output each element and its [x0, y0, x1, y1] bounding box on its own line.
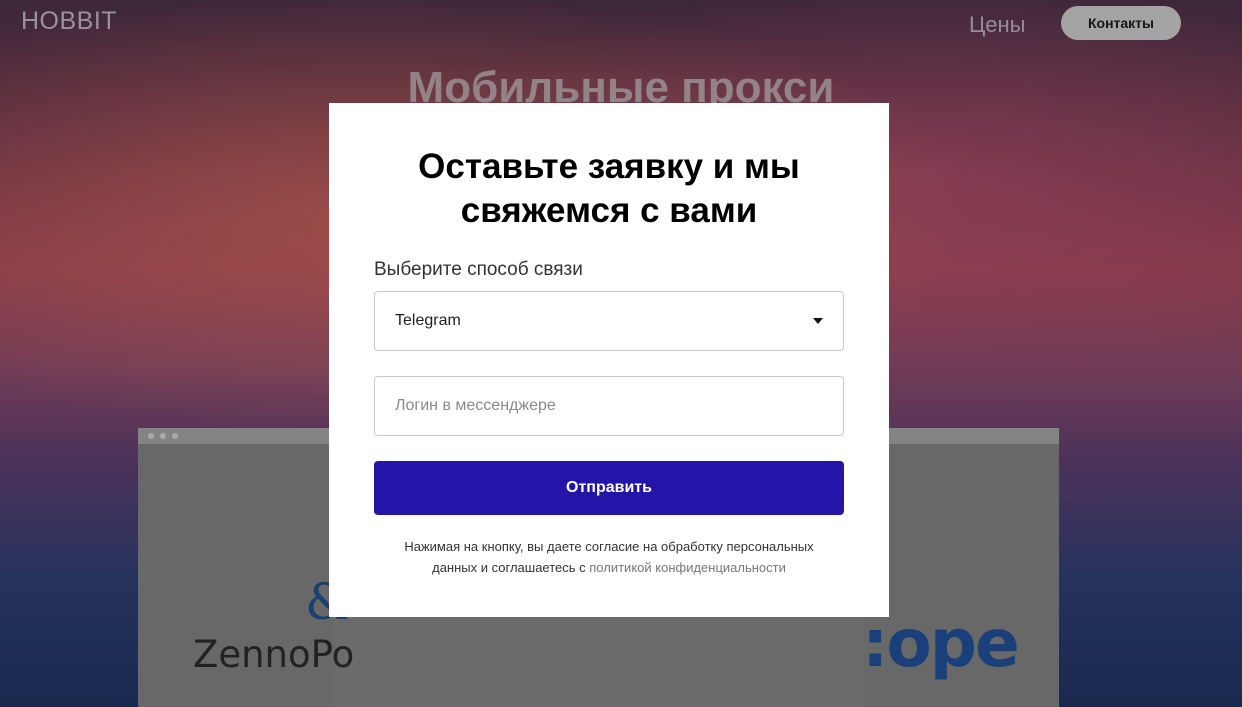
messenger-login-input[interactable]: [374, 376, 844, 436]
privacy-policy-link[interactable]: политикой конфиденциальности: [589, 560, 786, 575]
consent-text-line2-prefix: данных и соглашаетесь с: [432, 560, 590, 575]
consent-text-line1: Нажимая на кнопку, вы даете согласие на …: [404, 539, 814, 554]
submit-button[interactable]: Отправить: [374, 461, 844, 515]
consent-text: Нажимая на кнопку, вы даете согласие на …: [374, 536, 844, 578]
contact-request-modal: Оставьте заявку и мы свяжемся с вами Выб…: [329, 103, 889, 617]
modal-title-line2: свяжемся с вами: [460, 191, 758, 230]
modal-title-line1: Оставьте заявку и мы: [418, 147, 800, 186]
consent-text-line2: данных и соглашаетесь с политикой конфид…: [374, 557, 844, 578]
contact-method-select[interactable]: Telegram: [374, 291, 844, 351]
contact-method-selected-value: Telegram: [395, 312, 461, 329]
caret-down-icon: [813, 318, 823, 324]
contact-method-label: Выберите способ связи: [374, 259, 583, 280]
modal-title: Оставьте заявку и мы свяжемся с вами: [374, 145, 844, 233]
